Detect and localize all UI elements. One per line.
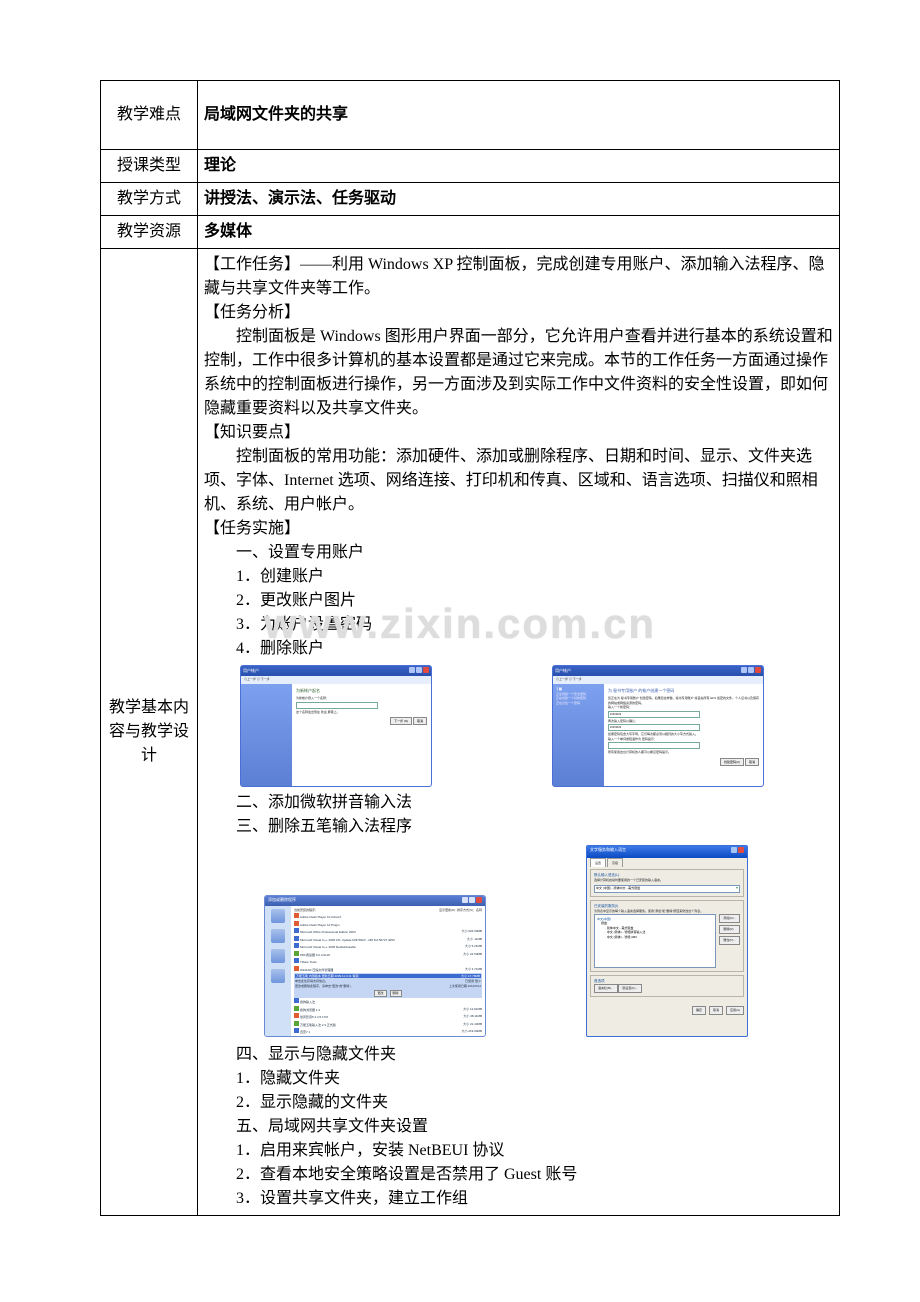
- analysis-text: 控制面板是 Windows 图形用户界面一部分，它允许用户查看并进行基本的系统设…: [204, 325, 833, 421]
- add-button[interactable]: 添加(D)...: [719, 914, 740, 923]
- step-1-2: 2．更改账户图片: [204, 589, 833, 613]
- step-1-4: 4．删除账户: [204, 637, 833, 661]
- type-value: 理论: [198, 150, 840, 183]
- list-item[interactable]: WinRAR 压缩文件管理器: [300, 968, 333, 972]
- change-button[interactable]: 更改: [374, 990, 386, 997]
- headline: 为新帐户起名: [296, 688, 427, 694]
- ok-button[interactable]: 确定: [692, 1006, 706, 1015]
- lesson-plan-table: 教学难点 局域网文件夹的共享 授课类型 理论 教学方式 讲授法、演示法、任务驱动…: [100, 80, 840, 1216]
- hint: 为新帐户键入一个名称：: [296, 696, 427, 701]
- label: 输入一个新密码：: [608, 705, 759, 710]
- sort-by[interactable]: 排序方式(S)：名称: [457, 908, 482, 912]
- hint: 所有使用这台计算机的人都可以看见密码提示。: [608, 750, 759, 755]
- list-item[interactable]: PDF阅读器 6.0.3.0118: [300, 953, 330, 957]
- points-heading: 【知识要点】: [204, 421, 833, 445]
- method-label: 教学方式: [101, 183, 198, 216]
- step-4-2: 2．显示隐藏的文件夹: [204, 1091, 833, 1115]
- step-5: 五、局域网共享文件夹设置: [204, 1115, 833, 1139]
- hint: 这个名称会出现在 欢迎 屏幕上。: [296, 710, 427, 715]
- list-item[interactable]: Microsoft Visual C++ 2005 ATL Update kb9…: [300, 938, 395, 942]
- list-item[interactable]: Adobe Flash Player 10 ActiveX: [300, 915, 341, 919]
- apply-button[interactable]: 应用(A): [726, 1006, 744, 1015]
- properties-button[interactable]: 属性(P)...: [719, 936, 740, 945]
- step-3: 三、删除五笔输入法程序: [204, 815, 833, 839]
- step-1-1: 1．创建账户: [204, 565, 833, 589]
- step-5-3: 3．设置共享文件夹，建立工作组: [204, 1187, 833, 1211]
- step-1: 一、设置专用账户: [204, 541, 833, 565]
- body-content: 【工作任务】——利用 Windows XP 控制面板，完成创建专用账户、添加输入…: [198, 249, 840, 1216]
- list-item[interactable]: Adobe Flash Player 10 Plugin: [300, 923, 340, 927]
- group-text: 选择计算机启动时要使用的一个已安装的输入语言。: [594, 878, 740, 883]
- difficulty-label: 教学难点: [101, 81, 198, 150]
- tab-settings[interactable]: 设置: [590, 858, 606, 867]
- hint: 输入一个单词或短语作为 密码提示：: [608, 737, 759, 742]
- step-5-1: 1．启用来宾帐户，安装 NetBEUI 协议: [204, 1139, 833, 1163]
- list-item[interactable]: TRace Tools: [300, 960, 317, 964]
- impl-heading: 【任务实施】: [204, 517, 833, 541]
- type-label: 授课类型: [101, 150, 198, 183]
- body-label: 教学基本内容与教学设计: [101, 249, 198, 1216]
- step-4: 四、显示与隐藏文件夹: [204, 1043, 833, 1067]
- list-item[interactable]: Microsoft Office Professional Edition 20…: [300, 930, 356, 934]
- selected-program[interactable]: 万能五笔 内测版本 更新日期 2009.11.9.11 青铜 大小 17.78M…: [294, 973, 482, 998]
- window-title: 添加或删除程序: [268, 897, 296, 905]
- next-button[interactable]: 下一步 (N): [390, 717, 412, 725]
- list-item[interactable]: 搜狗输入法: [300, 1000, 315, 1004]
- list-item[interactable]: 万能五笔输入法 2.3 正式版: [300, 1023, 336, 1027]
- tab-advanced[interactable]: 高级: [607, 858, 623, 867]
- resource-label: 教学资源: [101, 216, 198, 249]
- cancel-button[interactable]: 取消: [745, 758, 759, 766]
- list-item[interactable]: 暴风影音5 2.2.5.17M: [300, 1015, 328, 1019]
- col-header: 当前安装的程序：: [294, 908, 318, 913]
- hint: 您正在为 秘书专用账户 创建密码。如果您这样做，秘书专用账户 将丢失所有 EFS…: [608, 696, 759, 705]
- key-settings-button[interactable]: 键设置(K)...: [618, 984, 642, 993]
- user-account-password-window: 用户帐户 ◎上一步 ◎ 下一步 了解 正在创建一个安全密码 正在创建一个好的密码…: [552, 665, 764, 787]
- show-updates[interactable]: 显示更新(D): [439, 908, 455, 912]
- cancel-button[interactable]: 取消: [413, 717, 427, 725]
- method-value: 讲授法、演示法、任务驱动: [198, 183, 840, 216]
- user-account-new-window: 用户帐户 ◎上一步 ◎ 下一步 为新帐户起名 为新帐户键入一个名称： 这个名称会…: [240, 665, 432, 787]
- default-language-dropdown[interactable]: 中文 (中国) - 简体中文 - 美式键盘: [594, 885, 740, 893]
- side-item: 正在记住一个密码: [556, 701, 601, 706]
- step-4-1: 1．隐藏文件夹: [204, 1067, 833, 1091]
- dialog-title: 文字服务和输入语言: [590, 847, 626, 857]
- analysis-heading: 【任务分析】: [204, 301, 833, 325]
- remove-button[interactable]: 删除(R): [719, 925, 740, 934]
- step-5-2: 2．查看本地安全策略设置是否禁用了 Guest 账号: [204, 1163, 833, 1187]
- window-title: 用户帐户: [243, 668, 259, 674]
- label: 再次输入密码以确认：: [608, 719, 759, 724]
- headline: 为 秘书专用账户 的帐户创建一个密码: [608, 688, 759, 694]
- add-remove-programs-window: 添加或删除程序 当前安装的程序： 显示更新(D) 排序方式(S)：名称 Adob…: [264, 895, 486, 1037]
- list-item[interactable]: Microsoft Visual C++ 2005 Redistributabl…: [300, 945, 356, 949]
- resource-value: 多媒体: [198, 216, 840, 249]
- services-tree[interactable]: 中文(中国) 键盘 · 简体中文 - 美式键盘 · 中文 (简体) - 智能拼音…: [594, 914, 716, 968]
- language-bar-button[interactable]: 语言栏(B)...: [594, 984, 618, 993]
- step-2: 二、添加微软拼音输入法: [204, 791, 833, 815]
- difficulty-value: 局域网文件夹的共享: [198, 81, 840, 150]
- create-password-button[interactable]: 创建密码(C): [720, 758, 744, 766]
- remove-button[interactable]: 删除: [390, 990, 402, 997]
- password-input[interactable]: [608, 711, 700, 718]
- window-title: 用户帐户: [555, 668, 571, 674]
- input-languages-dialog: 文字服务和输入语言 设置高级 默认输入语言(L) 选择计算机启动时要使用的一个已…: [586, 845, 748, 1037]
- step-1-3: 3．为账户设置密码: [204, 613, 833, 637]
- list-item[interactable]: 迅雷7.1: [300, 1030, 310, 1034]
- list-item[interactable]: 搜狗浏览器 1.3: [300, 1008, 320, 1012]
- cancel-button[interactable]: 取消: [709, 1006, 723, 1015]
- password-confirm-input[interactable]: [608, 724, 700, 731]
- points-text: 控制面板的常用功能：添加硬件、添加或删除程序、日期和时间、显示、文件夹选项、字体…: [204, 445, 833, 517]
- task-heading: 【工作任务】——利用 Windows XP 控制面板，完成创建专用账户、添加输入…: [204, 253, 833, 301]
